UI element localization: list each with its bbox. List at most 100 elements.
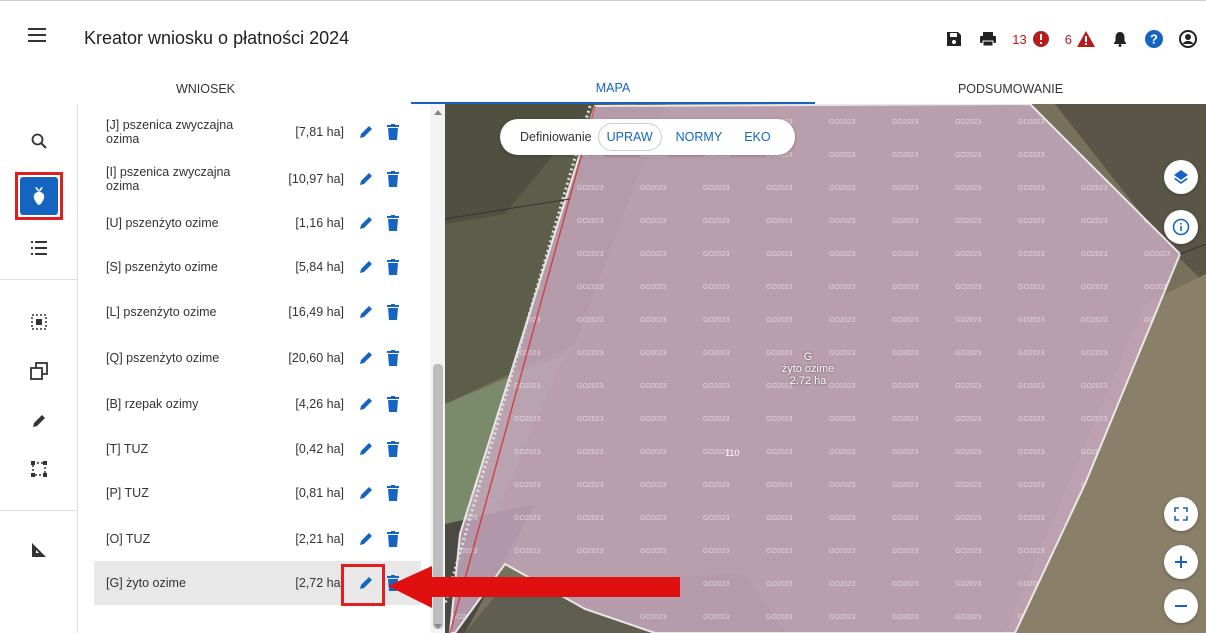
search-icon[interactable] — [20, 122, 58, 160]
save-icon[interactable] — [944, 29, 964, 49]
list-scrollbar[interactable] — [430, 104, 445, 633]
delete-icon[interactable] — [383, 348, 403, 368]
crop-area: [7,81 ha] — [295, 125, 344, 139]
measure-icon[interactable] — [20, 531, 58, 569]
pencil-icon[interactable] — [20, 402, 58, 440]
parcel-area: 2.72 ha — [789, 375, 827, 387]
chip-upraw[interactable]: UPRAW — [597, 123, 662, 151]
delete-icon[interactable] — [383, 122, 403, 142]
crop-area: [4,26 ha] — [295, 397, 344, 411]
chip-normy[interactable]: NORMY — [668, 124, 731, 150]
delete-icon[interactable] — [383, 257, 403, 277]
zoom-out-icon[interactable] — [1164, 589, 1198, 623]
layers-icon[interactable] — [1164, 160, 1198, 194]
edit-icon[interactable] — [356, 257, 376, 277]
delete-icon[interactable] — [383, 483, 403, 503]
warning-count: 6 — [1064, 31, 1072, 47]
tab-bar: WNIOSEK MAPA PODSUMOWANIE — [0, 74, 1206, 104]
edit-icon[interactable] — [356, 122, 376, 142]
delete-icon[interactable] — [383, 529, 403, 549]
crop-list-item[interactable]: [P] TUZ [0,81 ha] — [94, 471, 421, 515]
top-bar: Kreator wniosku o płatności 2024 13 6 ? — [0, 0, 1206, 74]
toolbar: 13 6 ? — [930, 27, 1198, 51]
account-icon[interactable] — [1178, 29, 1198, 49]
crop-list-item[interactable]: [S] pszenżyto ozime [5,84 ha] — [94, 245, 421, 289]
crop-letter: [J] — [106, 118, 120, 132]
edit-icon[interactable] — [356, 302, 376, 322]
tab-mapa[interactable]: MAPA — [411, 74, 815, 104]
bounding-box-icon[interactable] — [20, 450, 58, 488]
crop-area: [16,49 ha] — [288, 305, 344, 319]
chip-eko[interactable]: EKO — [736, 124, 778, 150]
list-icon[interactable] — [20, 229, 58, 267]
crop-letter: [B] — [106, 397, 122, 411]
app-title: Kreator wniosku o płatności 2024 — [84, 28, 350, 48]
scroll-up-icon[interactable] — [434, 110, 442, 115]
edit-icon[interactable] — [356, 213, 376, 233]
crop-list-item[interactable]: [B] rzepak ozimy [4,26 ha] — [94, 382, 421, 426]
crop-letter: [U] — [106, 216, 122, 230]
edit-icon[interactable] — [356, 394, 376, 414]
crop-label: pszenżyto ozime — [123, 305, 217, 319]
crop-list: [J] pszenica zwyczajna ozima [7,81 ha] [I]… — [78, 104, 445, 633]
crop-label: TUZ — [125, 532, 151, 546]
crop-list-item[interactable]: [Q] pszenżyto ozime [20,60 ha] — [94, 336, 421, 380]
zoom-in-icon[interactable] — [1164, 545, 1198, 579]
help-icon[interactable]: ? — [1144, 29, 1164, 49]
bell-icon[interactable] — [1110, 29, 1130, 49]
select-region-icon[interactable] — [20, 303, 58, 341]
crop-list-item[interactable]: [O] TUZ [2,21 ha] — [94, 517, 421, 561]
crop-area: [1,16 ha] — [295, 216, 344, 230]
crop-list-item[interactable]: [T] TUZ [0,42 ha] — [94, 427, 421, 471]
delete-icon[interactable] — [383, 213, 403, 233]
fullscreen-icon[interactable] — [1164, 497, 1198, 531]
crop-letter: [I] — [106, 165, 117, 179]
parcel-crop: żyto ozime — [781, 363, 835, 375]
parcel-label: G żyto ozime 2.72 ha — [763, 351, 853, 387]
rail-divider — [0, 510, 78, 511]
crop-list-item[interactable]: [L] pszenżyto ozime [16,49 ha] — [94, 290, 421, 334]
tab-podsumowanie[interactable]: PODSUMOWANIE — [815, 74, 1206, 104]
edit-icon[interactable] — [356, 169, 376, 189]
crop-area: [0,81 ha] — [295, 486, 344, 500]
crop-list-item[interactable]: [U] pszenżyto ozime [1,16 ha] — [94, 201, 421, 245]
edit-icon[interactable] — [356, 529, 376, 549]
crop-name: [T] TUZ — [106, 442, 266, 456]
edit-icon[interactable] — [356, 483, 376, 503]
crop-letter: [Q] — [106, 351, 123, 365]
delete-icon[interactable] — [383, 169, 403, 189]
crop-area: [10,97 ha] — [288, 172, 344, 186]
crop-letter: [L] — [106, 305, 120, 319]
tab-wniosek[interactable]: WNIOSEK — [0, 74, 411, 104]
delete-icon[interactable] — [383, 302, 403, 322]
crop-label: pszenica zwyczajna ozima — [106, 165, 231, 193]
delete-icon[interactable] — [383, 439, 403, 459]
crop-label: pszenica zwyczajna ozima — [106, 118, 234, 146]
map-view[interactable]: GO2023 Definiowanie UPRAW NORMY EKO — [445, 104, 1206, 633]
definition-toolbar: Definiowanie UPRAW NORMY EKO — [500, 119, 795, 155]
crop-list-item[interactable]: [J] pszenica zwyczajna ozima [7,81 ha] — [94, 110, 421, 154]
scroll-down-icon[interactable] — [434, 624, 442, 629]
crop-letter: [P] — [106, 486, 122, 500]
warning-icon[interactable] — [1076, 29, 1096, 49]
edit-icon[interactable] — [356, 439, 376, 459]
parcel-id: G — [803, 351, 813, 363]
crop-area: [5,84 ha] — [295, 260, 344, 274]
tool-rail — [0, 104, 78, 633]
parcel-number: 110 — [725, 448, 740, 458]
crop-area: [2,72 ha] — [295, 576, 344, 590]
edit-icon[interactable] — [356, 348, 376, 368]
crop-name: [L] pszenżyto ozime — [106, 305, 266, 319]
menu-icon[interactable] — [28, 28, 46, 42]
info-icon[interactable] — [1164, 210, 1198, 244]
highlight-box — [15, 172, 63, 220]
print-icon[interactable] — [978, 29, 998, 49]
delete-icon[interactable] — [383, 394, 403, 414]
copy-shape-icon[interactable] — [20, 352, 58, 390]
error-icon[interactable] — [1031, 29, 1051, 49]
crop-name: [Q] pszenżyto ozime — [106, 351, 266, 365]
crop-label: pszenżyto ozime — [126, 351, 220, 365]
crop-list-item[interactable]: [I] pszenica zwyczajna ozima [10,97 ha] — [94, 157, 421, 201]
crop-area: [2,21 ha] — [295, 532, 344, 546]
crop-name: [B] rzepak ozimy — [106, 397, 266, 411]
